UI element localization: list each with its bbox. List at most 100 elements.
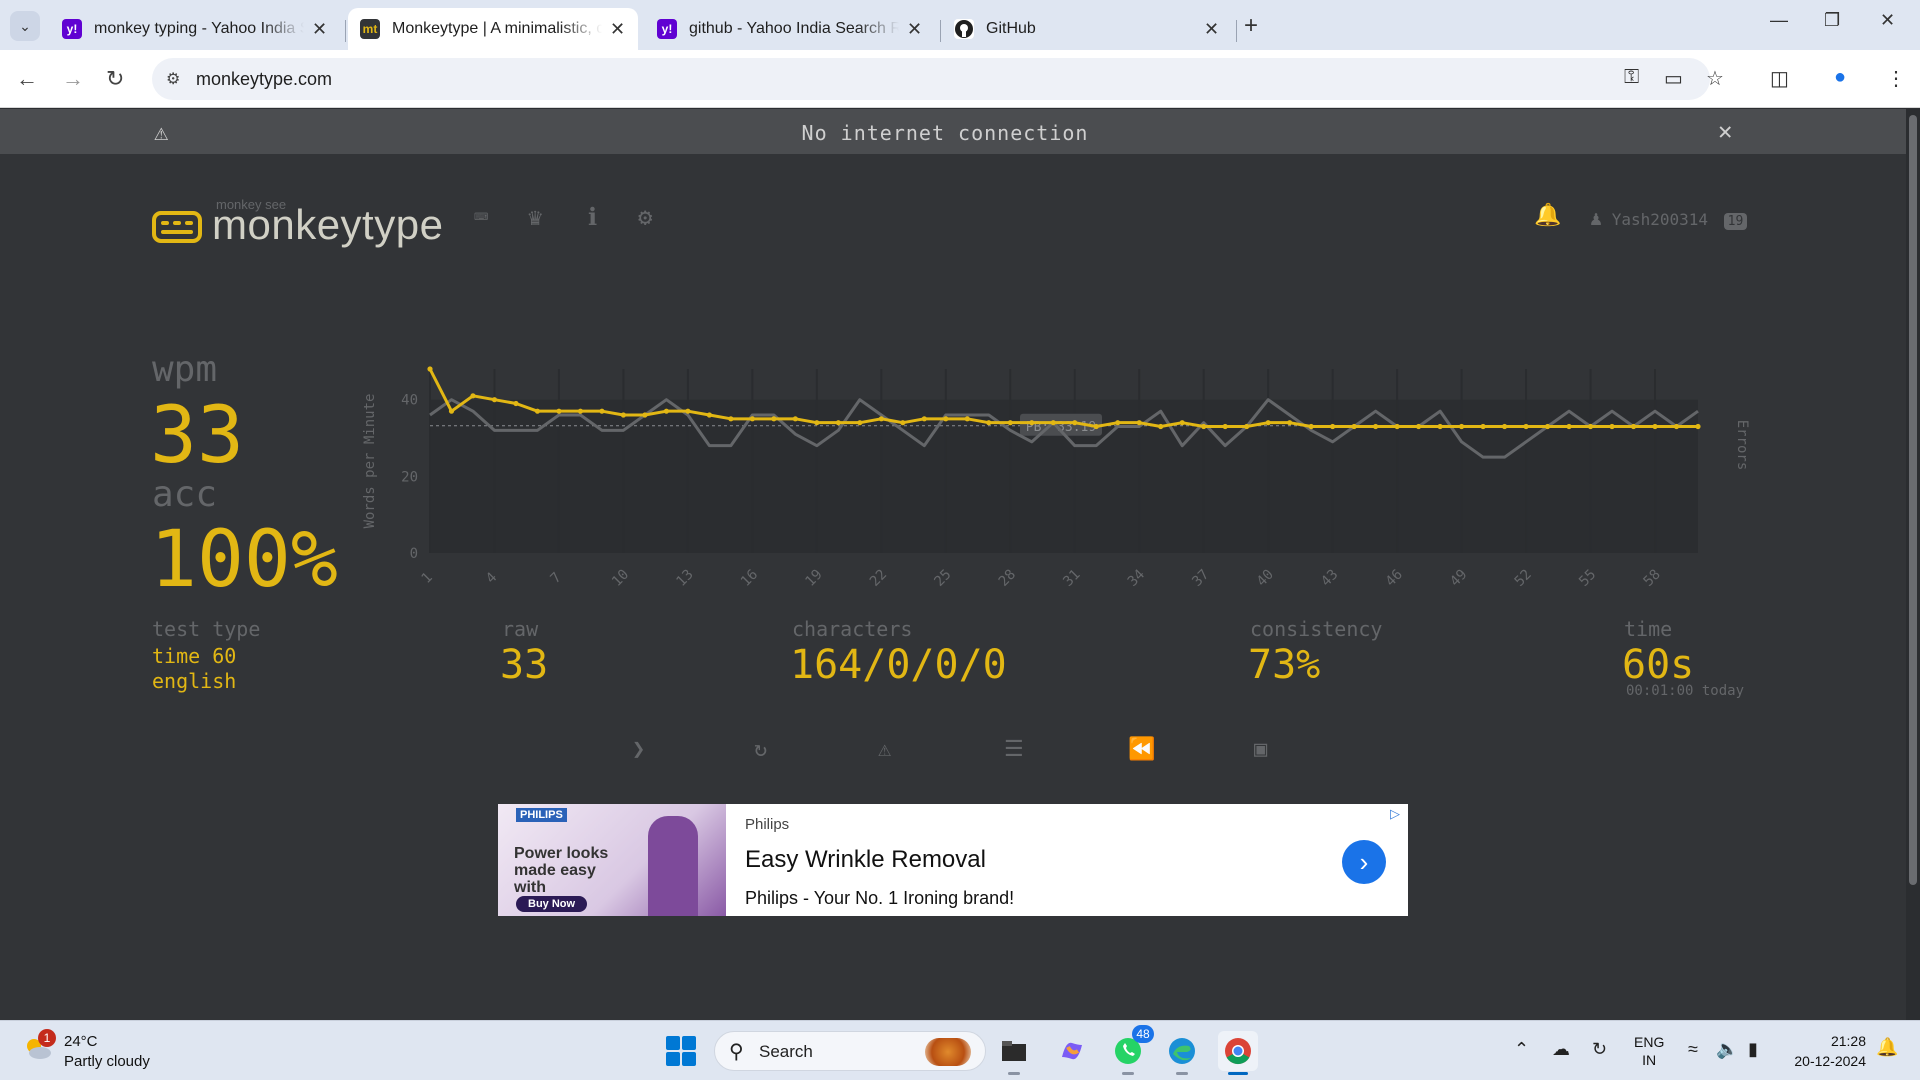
taskbar-whatsapp[interactable]: 48 xyxy=(1108,1025,1154,1075)
chevron-right-icon: ❯ xyxy=(632,737,646,762)
system-clock[interactable]: 21:28 20-12-2024 xyxy=(1786,1031,1866,1071)
wpm-point xyxy=(1201,423,1207,430)
omnibox[interactable]: ⚙ monkeytype.com xyxy=(152,58,1710,100)
scrollbar-thumb[interactable] xyxy=(1909,115,1917,885)
yahoo-icon: y! xyxy=(62,19,82,39)
next-test-button[interactable]: ❯ xyxy=(632,737,645,762)
close-icon[interactable]: ✕ xyxy=(907,19,922,40)
wpm-point xyxy=(706,412,712,418)
running-indicator xyxy=(1122,1072,1134,1075)
battery-icon[interactable]: ▮ xyxy=(1748,1039,1758,1060)
wpm-point xyxy=(1523,423,1529,430)
tab-monkey-typing-yahoo[interactable]: y! monkey typing - Yahoo India Se ✕ xyxy=(50,8,340,50)
menu-dots-icon[interactable]: ⋮ xyxy=(1886,66,1906,91)
keyboard-logo-icon xyxy=(152,211,202,243)
close-icon[interactable]: ✕ xyxy=(312,19,327,40)
wpm-point xyxy=(1265,420,1271,426)
page-scrollbar[interactable] xyxy=(1906,109,1920,1020)
running-indicator xyxy=(1228,1072,1248,1075)
close-icon[interactable]: ✕ xyxy=(1204,19,1219,40)
wpm-point xyxy=(771,416,777,422)
taskbar-search[interactable]: ⚲ Search xyxy=(714,1031,986,1071)
weather-badge: 1 xyxy=(38,1029,56,1047)
monkeytype-icon: mt xyxy=(360,19,380,39)
extensions-icon[interactable]: ◫ xyxy=(1770,66,1789,91)
wpm-point xyxy=(1158,423,1164,430)
ad-buy-now[interactable]: Buy Now xyxy=(516,896,588,912)
ad-arrow-button[interactable]: › xyxy=(1342,840,1386,884)
x-tick-label: 16 xyxy=(738,567,761,590)
search-icon: ⚲ xyxy=(729,1041,744,1063)
logo-name: monkeytype xyxy=(212,201,444,248)
sync-icon[interactable]: ↻ xyxy=(1592,1039,1607,1060)
volume-icon[interactable]: 🔈 xyxy=(1716,1039,1738,1060)
taskbar-chrome[interactable] xyxy=(1218,1031,1258,1075)
wpm-point xyxy=(1308,423,1314,430)
yahoo-icon: y! xyxy=(657,19,677,39)
taskbar-copilot[interactable] xyxy=(1052,1031,1092,1071)
time-value: 60s xyxy=(1622,642,1695,688)
windows-taskbar: 1 24°C Partly cloudy ⚲ Search 48 ⌃ ☁ ↻ E… xyxy=(0,1020,1920,1080)
wpm-point xyxy=(1287,420,1293,426)
ad-advertiser[interactable]: Philips xyxy=(745,816,789,833)
save-screenshot-button[interactable]: ▣ xyxy=(1254,737,1267,762)
keyboard-icon[interactable]: ⌨ xyxy=(474,203,488,231)
consistency-value: 73% xyxy=(1248,642,1321,688)
show-hidden-icons-chevron-icon[interactable]: ⌃ xyxy=(1514,1039,1529,1060)
minimize-icon[interactable]: — xyxy=(1770,10,1788,31)
tab-github-yahoo[interactable]: y! github - Yahoo India Search Res ✕ xyxy=(645,8,935,50)
align-left-icon: ☰ xyxy=(1004,737,1024,762)
back-icon[interactable]: ← xyxy=(16,66,38,92)
forward-icon[interactable]: → xyxy=(62,66,84,92)
wpm-point xyxy=(577,408,584,414)
taskbar-edge[interactable] xyxy=(1162,1031,1202,1075)
image-icon: ▣ xyxy=(1254,737,1268,762)
banner-close-icon[interactable]: ✕ xyxy=(1718,117,1732,145)
time-label: time xyxy=(1624,617,1673,641)
reload-icon[interactable]: ↻ xyxy=(106,66,124,92)
password-key-icon[interactable]: ⚿ xyxy=(1624,66,1639,89)
language-indicator[interactable]: ENG IN xyxy=(1634,1033,1664,1069)
x-tick-label: 55 xyxy=(1576,567,1599,590)
x-tick-label: 4 xyxy=(483,570,500,587)
ad-description[interactable]: Philips - Your No. 1 Ironing brand! xyxy=(745,888,1014,909)
bell-icon[interactable]: 🔔 xyxy=(1534,203,1561,228)
settings-gear-icon[interactable]: ⚙ xyxy=(638,203,652,231)
account-button[interactable]: ♟ Yash200314 19 xyxy=(1590,206,1748,230)
ad-headline[interactable]: Easy Wrinkle Removal xyxy=(745,846,986,874)
ad-image[interactable]: PHILIPS Power looks made easy with Buy N… xyxy=(498,804,726,916)
taskbar-search-label: Search xyxy=(759,1042,813,1061)
x-tick-label: 43 xyxy=(1318,567,1341,590)
info-icon[interactable]: ℹ xyxy=(588,203,597,231)
words-history-button[interactable]: ☰ xyxy=(1004,737,1024,762)
tab-github[interactable]: GitHub ✕ xyxy=(942,8,1232,50)
site-settings-icon[interactable]: ⚙ xyxy=(166,69,180,89)
advertisement[interactable]: PHILIPS Power looks made easy with Buy N… xyxy=(498,804,1408,916)
window-close-icon[interactable]: ✕ xyxy=(1880,10,1895,31)
wpm-point xyxy=(900,420,906,426)
new-tab-button[interactable]: + xyxy=(1244,12,1258,40)
url-text[interactable]: monkeytype.com xyxy=(196,69,332,90)
close-icon[interactable]: ✕ xyxy=(610,19,625,40)
practice-words-button[interactable]: ⚠ xyxy=(878,737,891,762)
adchoices-icon[interactable]: ▷ xyxy=(1390,806,1400,822)
tab-search-button[interactable]: ⌄ xyxy=(10,11,40,41)
watch-replay-button[interactable]: ⏪ xyxy=(1128,737,1155,762)
profile-icon[interactable]: ● xyxy=(1834,66,1846,89)
install-app-icon[interactable]: ▭ xyxy=(1664,66,1683,91)
onedrive-cloud-icon[interactable]: ☁ xyxy=(1552,1039,1570,1060)
restore-icon[interactable]: ❐ xyxy=(1824,10,1840,31)
characters-label: characters xyxy=(792,617,913,641)
start-button[interactable] xyxy=(666,1036,696,1066)
wpm-point xyxy=(1007,420,1013,426)
taskbar-file-explorer[interactable] xyxy=(994,1031,1034,1075)
crown-icon[interactable]: ♛ xyxy=(528,203,542,231)
tab-monkeytype[interactable]: mt Monkeytype | A minimalistic, cu ✕ xyxy=(348,8,638,50)
wifi-icon[interactable]: ≈ xyxy=(1688,1039,1698,1060)
bookmark-star-icon[interactable]: ☆ xyxy=(1706,66,1724,91)
restart-test-button[interactable]: ↻ xyxy=(754,737,767,762)
consistency-label: consistency xyxy=(1250,617,1383,641)
test-type-mode: time 60 xyxy=(152,644,237,668)
notification-bell-icon[interactable]: 🔔 xyxy=(1876,1037,1898,1058)
tab-separator xyxy=(345,20,346,42)
